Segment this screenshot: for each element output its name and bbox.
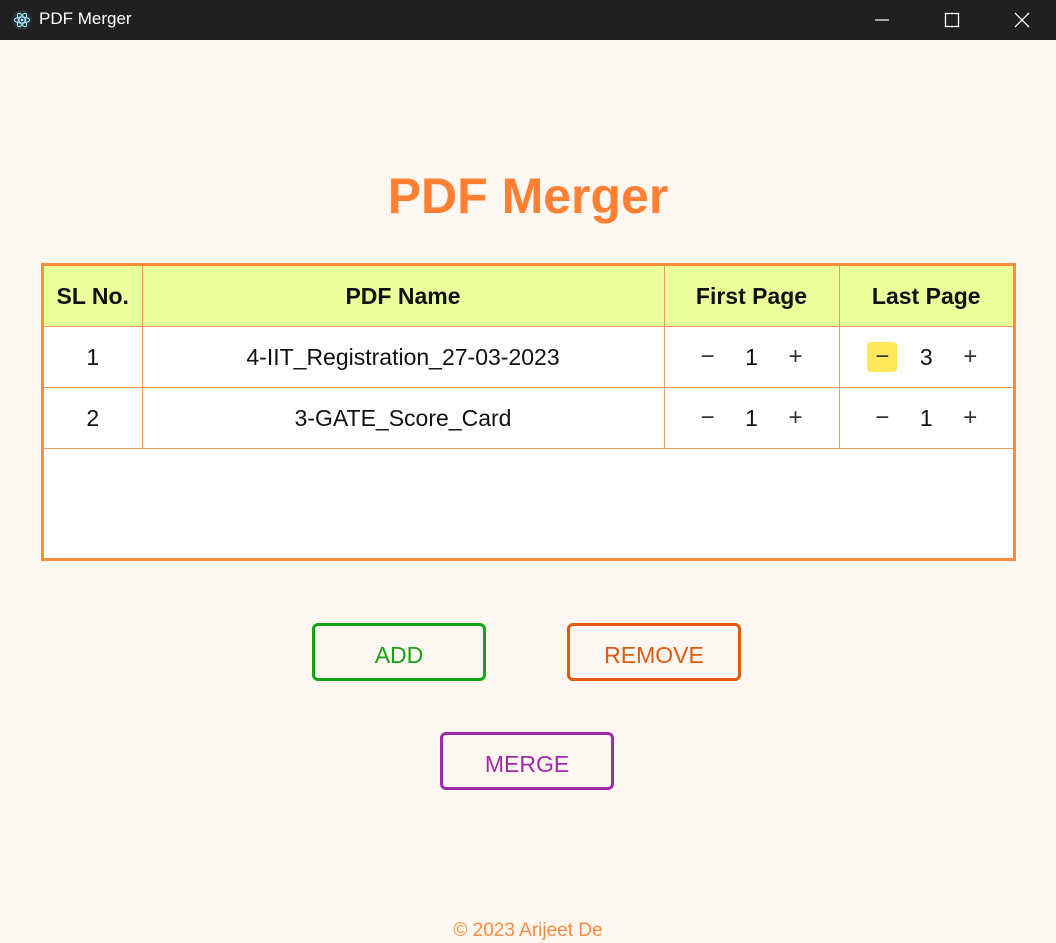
close-button[interactable] [987, 0, 1056, 40]
column-header-sl-no: SL No. [44, 266, 143, 327]
window-title: PDF Merger [39, 9, 132, 28]
close-icon [1014, 12, 1030, 28]
title-bar: PDF Merger [0, 0, 1056, 40]
row-sl-no: 1 [44, 326, 143, 388]
table-row[interactable]: 1 4-IIT_Registration_27-03-2023 − 1 + − … [44, 326, 1013, 388]
minimize-button[interactable] [847, 0, 917, 40]
column-header-last-page: Last Page [838, 266, 1013, 327]
footer-copyright: © 2023 Arijeet De [453, 920, 603, 941]
first-page-increment-button[interactable]: + [781, 403, 811, 433]
maximize-icon [944, 12, 960, 28]
first-page-increment-button[interactable]: + [781, 342, 811, 372]
first-page-value: 1 [745, 404, 758, 431]
row-pdf-name: 3-GATE_Score_Card [141, 387, 665, 449]
column-header-pdf-name: PDF Name [141, 266, 665, 327]
merge-button[interactable]: MERGE [440, 732, 614, 790]
minimize-icon [875, 19, 889, 21]
last-page-increment-button[interactable]: + [955, 403, 985, 433]
first-page-decrement-button[interactable]: − [693, 342, 723, 372]
first-page-decrement-button[interactable]: − [693, 403, 723, 433]
row-sl-no: 2 [44, 387, 143, 449]
electron-atom-icon [12, 10, 32, 30]
last-page-stepper: − 3 + [838, 326, 1013, 388]
page-title: PDF Merger [387, 168, 669, 224]
last-page-decrement-button[interactable]: − [867, 403, 897, 433]
last-page-increment-button[interactable]: + [955, 342, 985, 372]
maximize-button[interactable] [917, 0, 987, 40]
row-pdf-name: 4-IIT_Registration_27-03-2023 [141, 326, 665, 388]
add-button[interactable]: ADD [312, 623, 486, 681]
column-header-first-page: First Page [663, 266, 840, 327]
first-page-stepper: − 1 + [663, 387, 840, 449]
remove-button[interactable]: REMOVE [567, 623, 741, 681]
first-page-value: 1 [745, 343, 758, 370]
last-page-value: 3 [919, 343, 933, 370]
table-header-row: SL No. PDF Name First Page Last Page [44, 266, 1013, 327]
first-page-stepper: − 1 + [663, 326, 840, 388]
last-page-value: 1 [919, 404, 933, 431]
pdf-table: SL No. PDF Name First Page Last Page 1 4… [41, 263, 1016, 561]
last-page-stepper: − 1 + [838, 387, 1013, 449]
table-row[interactable]: 2 3-GATE_Score_Card − 1 + − 1 + [44, 387, 1013, 449]
last-page-decrement-button[interactable]: − [867, 342, 898, 372]
